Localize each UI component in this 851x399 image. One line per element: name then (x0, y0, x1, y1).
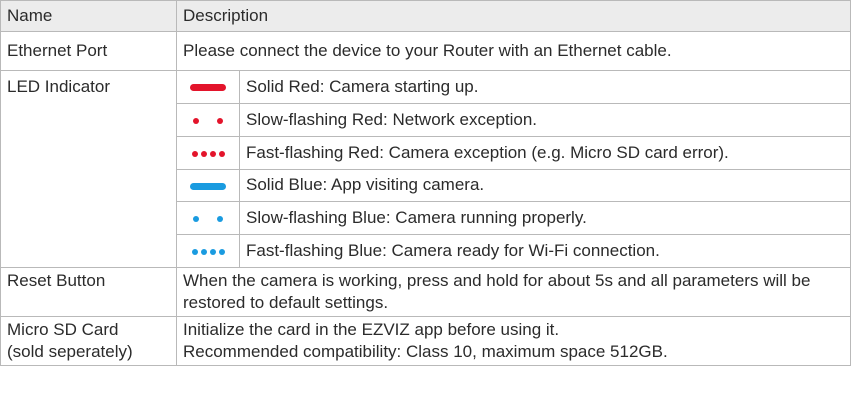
led-state-text: Slow-flashing Blue: Camera running prope… (239, 201, 850, 235)
led-dot (209, 150, 216, 157)
led-bar (190, 84, 226, 91)
reset-description: When the camera is working, press and ho… (176, 267, 851, 317)
table-row-reset: Reset Button When the camera is working,… (0, 267, 851, 317)
reset-name: Reset Button (0, 267, 177, 317)
led-state-row: Solid Red: Camera starting up. (177, 71, 850, 104)
led-dot (191, 249, 198, 255)
led-state-text: Slow-flashing Red: Network exception. (239, 103, 850, 137)
header-description: Description (176, 0, 851, 32)
table-row-ethernet: Ethernet Port Please connect the device … (0, 31, 851, 71)
fast-flashing-red-led-icon (177, 139, 239, 169)
slow-flashing-blue-led-icon (177, 204, 239, 234)
led-dot (217, 216, 223, 222)
microsd-name-line1: Micro SD Card (7, 320, 119, 339)
solid-red-led-icon (177, 73, 239, 103)
led-state-row: Slow-flashing Blue: Camera running prope… (177, 201, 850, 235)
microsd-desc-line2: Recommended compatibility: Class 10, max… (183, 342, 668, 361)
microsd-desc-line1: Initialize the card in the EZVIZ app bef… (183, 320, 560, 339)
led-states-cell: Solid Red: Camera starting up. Slow-flas… (176, 70, 851, 268)
led-bar (190, 182, 226, 190)
slow-flashing-red-led-icon (177, 106, 239, 136)
led-dot (200, 150, 207, 157)
solid-blue-led-icon (177, 171, 239, 201)
led-state-text: Solid Blue: App visiting camera. (239, 169, 850, 202)
ethernet-description: Please connect the device to your Router… (176, 31, 851, 71)
led-state-row: Slow-flashing Red: Network exception. (177, 103, 850, 137)
led-state-text: Solid Red: Camera starting up. (239, 71, 850, 104)
spec-table: Name Description Ethernet Port Please co… (0, 0, 851, 366)
led-name: LED Indicator (0, 70, 177, 268)
ethernet-name: Ethernet Port (0, 31, 177, 71)
table-row-microsd: Micro SD Card (sold seperately) Initiali… (0, 316, 851, 366)
led-state-text: Fast-flashing Red: Camera exception (e.g… (239, 136, 850, 170)
table-row-led: LED Indicator Solid Red: Camera starting… (0, 70, 851, 268)
led-state-text: Fast-flashing Blue: Camera ready for Wi-… (246, 241, 660, 260)
header-row: Name Description (0, 0, 851, 32)
microsd-name: Micro SD Card (sold seperately) (0, 316, 177, 366)
led-dot (193, 216, 199, 222)
led-dot (191, 150, 198, 157)
led-state-row: Solid Blue: App visiting camera. (177, 169, 850, 202)
led-dot (200, 249, 207, 255)
led-dot (218, 249, 225, 255)
led-dot (193, 117, 199, 124)
fast-flashing-blue-led-icon (177, 237, 239, 267)
led-states-table: Solid Red: Camera starting up. Slow-flas… (177, 71, 850, 267)
led-dot (209, 249, 216, 255)
header-name: Name (0, 0, 177, 32)
led-dot (218, 150, 225, 157)
microsd-description: Initialize the card in the EZVIZ app bef… (176, 316, 851, 366)
microsd-name-line2: (sold seperately) (7, 342, 133, 361)
led-state-row: Fast-flashing Red: Camera exception (e.g… (177, 136, 850, 170)
led-dot (217, 117, 223, 124)
led-state-row: Fast-flashing Blue: Camera ready for Wi-… (177, 234, 850, 267)
